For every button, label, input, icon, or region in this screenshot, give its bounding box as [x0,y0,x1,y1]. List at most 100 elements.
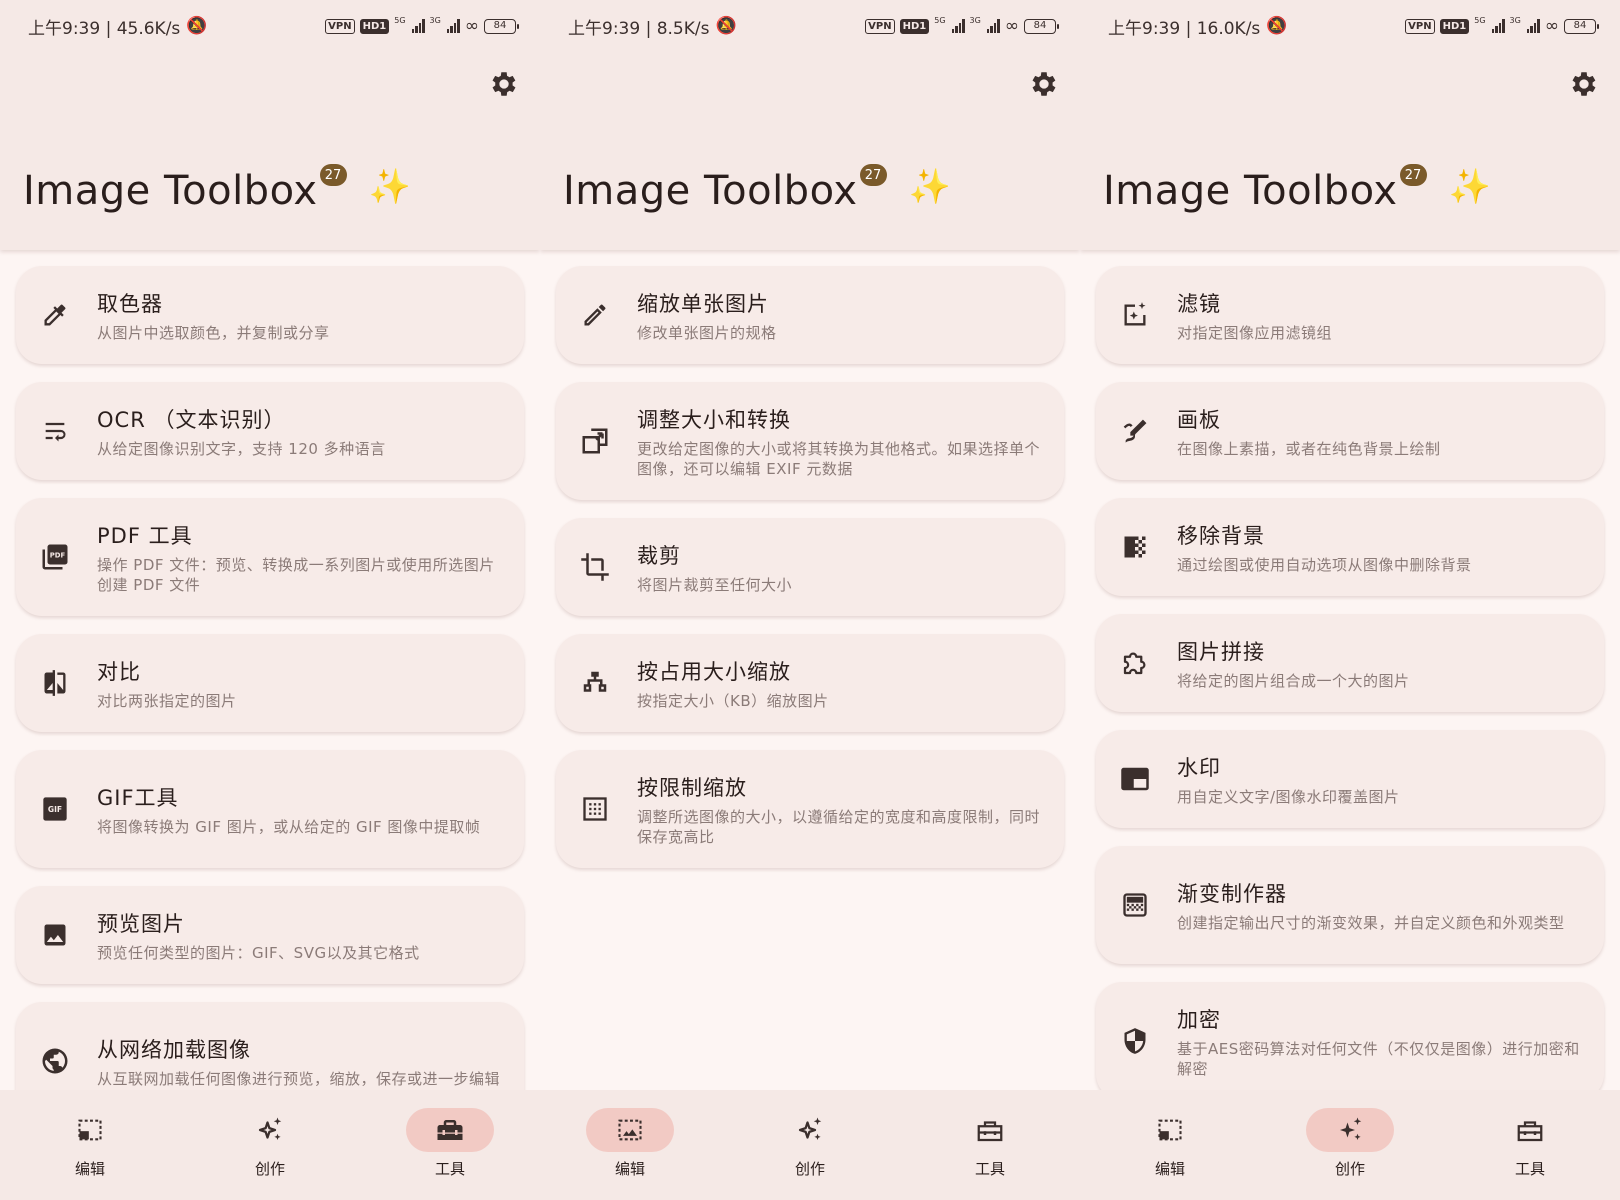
tool-card[interactable]: 预览图片 预览任何类型的图片：GIF、SVG以及其它格式 [16,886,524,984]
tab-label: 编辑 [74,1160,105,1178]
card-desc: 将图片裁剪至任何大小 [637,575,793,594]
tab-create[interactable]: 创作 [195,1090,345,1200]
tab-label: 工具 [1514,1160,1545,1178]
network-label: 5G [394,15,406,25]
eraser-icon [1118,530,1152,564]
svg-text:GIF: GIF [48,805,62,814]
version-badge: 27 [859,164,887,186]
bottom-nav: 编辑 创作 工具 [540,1090,1080,1200]
card-title: GIF工具 [97,785,179,810]
card-title: 预览图片 [97,911,185,936]
shield-icon [1118,1024,1152,1058]
bottom-nav: 编辑 创作 工具 [0,1090,540,1200]
card-desc: 创建指定输出尺寸的渐变效果，并自定义颜色和外观类型 [1177,913,1565,932]
app-title: Image Toolbox [563,168,858,214]
image-icon [38,918,72,952]
card-title: OCR （文本识别） [97,407,286,432]
tool-card[interactable]: 水印用自定义文字/图像水印覆盖图片 [1096,730,1604,828]
pdf-icon: PDF [38,540,72,574]
tool-card[interactable]: 滤镜 对指定图像应用滤镜组 [1096,266,1604,364]
tab-create[interactable]: 创作 [735,1090,885,1200]
tool-card[interactable]: 画板 在图像上素描，或者在纯色背景上绘制 [1096,382,1604,480]
gear-icon[interactable] [488,68,520,100]
sparkle-icon[interactable]: ✨ [369,167,411,207]
tool-card[interactable]: 按占用大小缩放 按指定大小（KB）缩放图片 [556,634,1064,732]
crop-icon [578,550,612,584]
gif-icon: GIF [38,792,72,826]
compare-icon [38,666,72,700]
card-desc: 从互联网加载任何图像进行预览，缩放，保存或进一步编辑 [97,1069,501,1088]
status-bar: 上午9:39 | 8.5K/s 🔕 VPN HD1 5G 3G ∞ 84 [568,14,1059,39]
watermark-icon [1118,762,1152,796]
card-title: 渐变制作器 [1177,881,1287,906]
svg-text:PDF: PDF [50,552,66,560]
tool-card[interactable]: 裁剪将图片裁剪至任何大小 [556,518,1064,616]
tool-card[interactable]: OCR （文本识别） 从给定图像识别文字，支持 120 多种语言 [16,382,524,480]
tool-card[interactable]: 渐变制作器创建指定输出尺寸的渐变效果，并自定义颜色和外观类型 [1096,846,1604,964]
edit-select-icon [78,1119,102,1141]
card-title: 从网络加载图像 [97,1037,251,1062]
toolbox-icon [1517,1121,1543,1142]
signal-icon [986,19,1000,33]
card-desc: 从给定图像识别文字，支持 120 多种语言 [97,439,386,458]
tab-label: 工具 [974,1160,1005,1178]
tab-tools[interactable]: 工具 [375,1090,525,1200]
network-label: 3G [429,15,441,25]
filter-icon [1118,298,1152,332]
tab-tools[interactable]: 工具 [1455,1090,1605,1200]
card-desc: 用自定义文字/图像水印覆盖图片 [1177,787,1400,806]
sparkles-icon [798,1117,822,1140]
tab-edit[interactable]: 编辑 [15,1090,165,1200]
version-badge: 27 [1399,164,1427,186]
tool-card[interactable]: GIF GIF工具 将图像转换为 GIF 图片，或从给定的 GIF 图像中提取帧 [16,750,524,868]
tool-card[interactable]: 移除背景 通过绘图或使用自动选项从图像中删除背景 [1096,498,1604,596]
card-title: 加密 [1177,1007,1221,1032]
gear-icon[interactable] [1028,68,1060,100]
sparkle-icon[interactable]: ✨ [1449,167,1491,207]
gear-icon[interactable] [1568,68,1600,100]
tab-edit[interactable]: 编辑 [1095,1090,1245,1200]
tool-card[interactable]: 调整大小和转换 更改给定图像的大小或将其转换为其他格式。如果选择单个图像，还可以编… [556,382,1064,500]
card-title: 水印 [1177,755,1221,780]
resize-icon [578,424,612,458]
card-desc: 调整所选图像的大小，以遵循给定的宽度和高度限制，同时保存宽高比 [637,807,1041,846]
tool-card[interactable]: 加密 基于AES密码算法对任何文件（不仅仅是图像）进行加密和解密 [1096,982,1604,1100]
screens: 上午9:39 | 45.6K/s 🔕 VPN HD1 5G 3G ∞ 84 Im… [0,0,1620,1200]
sparkle-icon[interactable]: ✨ [909,167,951,207]
mute-icon: 🔕 [186,16,208,36]
card-title: 画板 [1177,407,1221,432]
weight-icon [578,666,612,700]
tab-tools[interactable]: 工具 [915,1090,1065,1200]
vpn-badge: VPN [865,18,895,34]
tool-card[interactable]: PDF PDF 工具 操作 PDF 文件：预览、转换成一系列图片或使用所选图片创建… [16,498,524,616]
card-desc: 通过绘图或使用自动选项从图像中删除背景 [1177,555,1472,574]
card-desc: 修改单张图片的规格 [637,323,777,342]
card-desc: 对指定图像应用滤镜组 [1177,323,1333,342]
card-title: 裁剪 [637,543,681,568]
text-wrap-icon [38,414,72,448]
mute-icon: 🔕 [715,16,737,36]
screen-edit: 上午9:39 | 8.5K/s 🔕 VPN HD1 5G 3G ∞ 84 Ima… [540,0,1080,1200]
card-title: 调整大小和转换 [637,407,791,432]
tab-edit[interactable]: 编辑 [555,1090,705,1200]
status-time: 上午9:39 | 8.5K/s [568,18,710,39]
tool-card[interactable]: 对比 对比两张指定的图片 [16,634,524,732]
tab-label: 创作 [794,1160,825,1178]
vpn-badge: VPN [325,18,355,34]
sparkles-icon [1340,1117,1362,1140]
pencil-icon [578,298,612,332]
status-time: 上午9:39 | 45.6K/s [28,18,181,39]
tab-create[interactable]: 创作 [1275,1090,1425,1200]
link-icon: ∞ [1004,16,1019,36]
signal-icon [1526,19,1540,33]
tool-card[interactable]: 图片拼接 将给定的图片组合成一个大的图片 [1096,614,1604,712]
link-icon: ∞ [464,16,479,36]
tool-card[interactable]: 按限制缩放 调整所选图像的大小，以遵循给定的宽度和高度限制，同时保存宽高比 [556,750,1064,868]
tool-card[interactable]: 取色器 从图片中选取颜色，并复制或分享 [16,266,524,364]
bottom-nav: 编辑 创作 工具 [1080,1090,1620,1200]
tool-card[interactable]: 缩放单张图片修改单张图片的规格 [556,266,1064,364]
app-title: Image Toolbox [1103,168,1398,214]
gradient-icon [1118,888,1152,922]
eyedropper-icon [38,298,72,332]
card-title: 缩放单张图片 [637,291,769,316]
